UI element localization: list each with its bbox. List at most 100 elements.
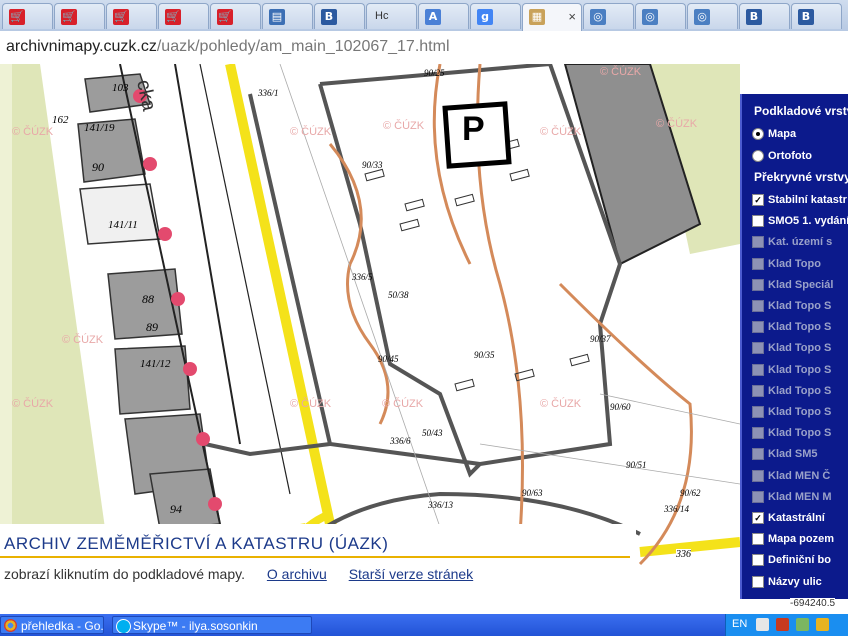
archive-header: ARCHIV ZEMĚMĚŘICTVÍ A KATASTRU (ÚAZK) zo… [0,524,636,614]
checkbox[interactable] [752,554,764,567]
close-tab-icon[interactable]: × [568,9,576,24]
browser-tab[interactable]: B [791,3,842,29]
contour-line [328,143,390,425]
parcel-label: 50/43 [422,428,443,438]
overlay-layer-option[interactable]: ✓ Katastrální [752,512,825,524]
browser-tab[interactable]: ◎ [635,3,686,29]
map-canvas[interactable]: P cka © ČÚZK © ČÚZK © ČÚZK © ČÚZK © ČÚZK… [0,64,848,614]
old-version-link[interactable]: Starší verze stránek [349,566,474,582]
archive-title: ARCHIV ZEMĚMĚŘICTVÍ A KATASTRU (ÚAZK) [4,534,389,553]
overlay-layer-option[interactable]: SMO5 1. vydání [752,215,848,228]
base-layer-option[interactable]: Mapa [752,128,797,140]
globe-icon: ◎ [590,9,606,25]
watermark: © ČÚZK [540,398,582,410]
survey-point [171,292,185,306]
cart-icon: 🛒 [165,9,181,25]
browser-tab[interactable]: 🛒 [158,3,209,29]
browser-tab[interactable]: B [314,3,365,29]
browser-tab[interactable]: 🛒 [210,3,261,29]
globe-icon: ◎ [642,9,658,25]
overlay-layer-option[interactable]: Mapa pozem [752,533,834,546]
grid-line [479,443,741,485]
parking-label: P [462,110,485,148]
watermark: © ČÚZK [12,398,54,410]
browser-tab[interactable]: B [739,3,790,29]
tray-volume-icon[interactable] [816,618,829,631]
overlay-layer-label: SMO5 1. vydání [768,215,848,228]
overlay-layer-option[interactable]: Definiční bo [752,554,831,567]
browser-tab[interactable]: ▤ [262,3,313,29]
overlay-layer-option[interactable]: ✓ Stabilní katastr [752,194,847,206]
browser-tab[interactable]: ◎ [583,3,634,29]
overlay-layer-option: Klad Topo S [752,406,832,418]
watermark: © ČÚZK [600,66,642,78]
translate-icon: A [425,9,441,25]
taskbar-item-label: Skype™ - ilya.sosonkin [133,619,258,633]
checkbox [752,363,764,376]
overlay-layer-option: Klad Topo S [752,342,831,355]
about-archive-link[interactable]: O archivu [267,566,327,582]
taskbar-item-skype[interactable]: Skype™ - ilya.sosonkin [112,616,312,634]
tab-label: Hc [375,10,389,22]
parcel-label: 90/35 [474,350,495,360]
url-field[interactable]: archivnimapy.cuzk.cz/uazk/pohledy/am_mai… [6,38,450,56]
overlay-layer-label: Katastrální [768,512,825,524]
watermark: © ČÚZK [383,120,425,132]
overlay-layer-label: Názvy ulic [768,575,822,588]
radio-button[interactable] [752,128,764,140]
browser-tab[interactable]: ◎ [687,3,738,29]
parcel-label: 336/5 [352,272,373,282]
language-indicator[interactable]: EN [732,618,747,630]
checkbox[interactable] [752,533,764,546]
layers-panel: Podkladové vrstvy Mapa Ortofoto Překryvné… [740,94,848,599]
document-icon: ▤ [269,9,285,25]
browser-tab[interactable]: 🛒 [2,3,53,29]
windows-taskbar: přehledka - Go... Skype™ - ilya.sosonkin… [0,614,848,636]
checkbox[interactable]: ✓ [752,512,764,524]
address-bar[interactable]: archivnimapy.cuzk.cz/uazk/pohledy/am_mai… [0,31,848,65]
parcel-label: 90/33 [362,160,383,170]
help-icon[interactable] [756,618,769,631]
survey-point [208,497,222,511]
browser-tab[interactable]: 🛒 [54,3,105,29]
browser-tab-strip: 🛒 🛒 🛒 🛒 🛒 ▤ B Hc Ag ▦ × ◎ ◎ ◎ B B [0,0,848,32]
parcel-label: 89 [146,320,158,334]
checkbox [752,384,764,397]
parcel-label: 90/63 [522,488,543,498]
parcel-label: 50/38 [388,290,409,300]
overlay-layer-label: Stabilní katastr [768,194,847,206]
parcel-label: 90/62 [680,488,701,498]
parcel-label: 141/19 [84,122,115,134]
survey-point [183,362,197,376]
checkbox[interactable] [752,575,764,588]
browser-tab[interactable]: g [470,3,521,29]
parcel-label: 90/25 [424,68,445,78]
base-layer-label: Mapa [768,128,797,140]
cart-icon: 🛒 [217,9,233,25]
overlay-layer-option: Klad Topo S [752,384,831,397]
overlay-layer-option: Klad Topo S [752,300,831,312]
tray-network-icon[interactable] [796,618,809,631]
parcel-label: 162 [52,114,69,126]
checkbox [752,300,764,312]
url-host: archivnimapy.cuzk.cz [6,38,157,55]
tray-app-icon[interactable] [776,618,789,631]
radio-button[interactable] [752,150,764,162]
system-tray: EN [725,614,848,636]
survey-point [158,227,172,241]
base-layer-option[interactable]: Ortofoto [752,150,812,162]
overlay-layer-label: Klad Topo S [768,406,832,418]
taskbar-item-chrome[interactable]: přehledka - Go... [0,616,104,634]
overlay-layer-label: Klad Topo [768,257,821,270]
overlay-layer-option[interactable]: Názvy ulic [752,575,822,588]
checkbox[interactable] [752,215,764,228]
checkbox[interactable]: ✓ [752,194,764,206]
watermark: © ČÚZK [290,398,332,410]
browser-tab[interactable]: A [418,3,469,29]
watermark: © ČÚZK [12,126,54,138]
checkbox [752,278,764,291]
browser-tab[interactable]: Hc [366,3,417,29]
browser-tab[interactable]: ▦ × [522,3,582,31]
browser-tab[interactable]: 🛒 [106,3,157,29]
parcel-label: 90/60 [610,402,631,412]
